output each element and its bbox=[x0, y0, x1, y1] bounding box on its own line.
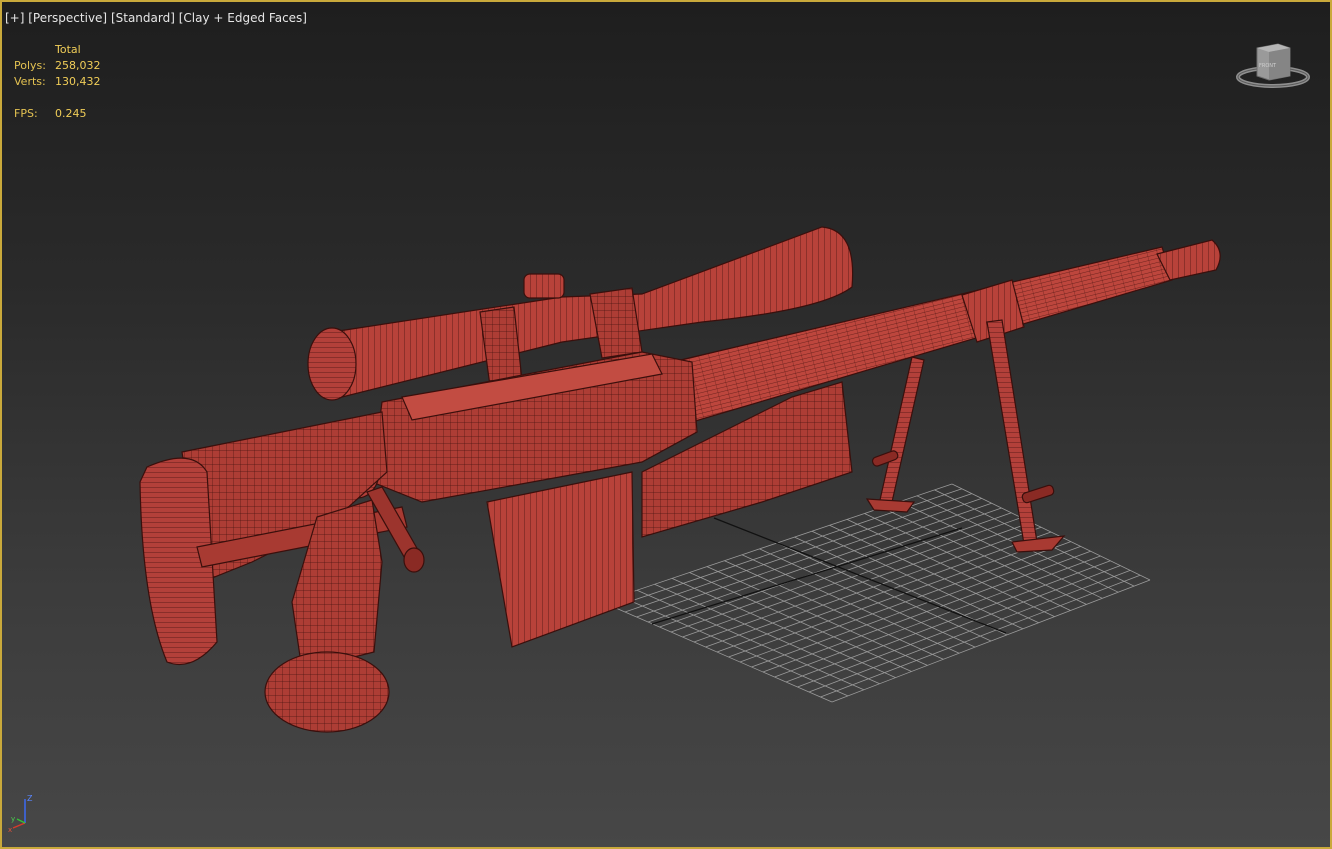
grid-line bbox=[797, 565, 1121, 688]
scene-canvas[interactable] bbox=[2, 2, 1330, 847]
viewport-label-menu: [+] [Perspective] [Standard] [Clay + Edg… bbox=[5, 11, 307, 25]
axis-y-label: y bbox=[11, 815, 15, 823]
verts-value: 130,432 bbox=[55, 75, 101, 88]
viewport-point-of-view-menu[interactable]: [Perspective] bbox=[28, 11, 107, 25]
polys-value: 258,032 bbox=[55, 59, 101, 72]
axis-z-label: Z bbox=[27, 794, 33, 803]
viewport-general-menu[interactable]: [+] bbox=[5, 11, 24, 25]
viewport-shading-menu[interactable]: [Clay + Edged Faces] bbox=[179, 11, 307, 25]
fps-label: FPS: bbox=[14, 107, 38, 120]
polys-label: Polys: bbox=[14, 59, 46, 72]
fps-value: 0.245 bbox=[55, 107, 87, 120]
viewcube-icon[interactable]: FRONT bbox=[1234, 40, 1312, 92]
sniper-rifle-model[interactable] bbox=[139, 226, 1221, 733]
grid-line bbox=[808, 570, 1131, 693]
axis-triad-icon: Z x y bbox=[8, 794, 33, 833]
verts-label: Verts: bbox=[14, 75, 46, 88]
grid-line bbox=[820, 574, 1141, 698]
grid-line bbox=[831, 579, 1151, 703]
viewcube-face-label: FRONT bbox=[1259, 63, 1277, 69]
statistics-overlay: Total Polys: 258,032 Verts: 130,432 FPS: 0.… bbox=[14, 42, 101, 122]
stats-header: Total bbox=[55, 43, 81, 56]
axis-x-label: x bbox=[8, 826, 12, 833]
viewport-camera-menu[interactable]: [Standard] bbox=[111, 11, 175, 25]
perspective-viewport[interactable]: [+] [Perspective] [Standard] [Clay + Edg… bbox=[0, 0, 1332, 849]
